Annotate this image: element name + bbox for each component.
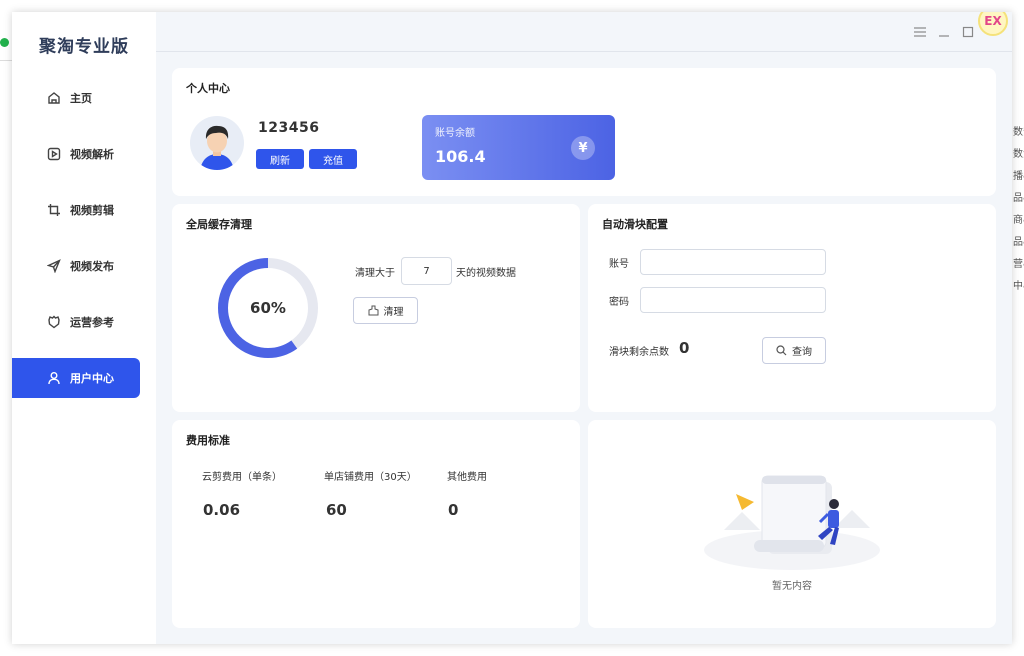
search-icon bbox=[776, 345, 787, 356]
clean-button[interactable]: 清理 bbox=[353, 297, 418, 324]
cache-progress-donut: 60% bbox=[216, 256, 320, 360]
password-input[interactable] bbox=[640, 287, 826, 313]
send-icon bbox=[46, 258, 62, 274]
sidebar: 聚淘专业版 主页 视频解析 视频剪辑 视频发布 运营参考 用户中心 bbox=[12, 12, 156, 644]
account-input[interactable] bbox=[640, 249, 826, 275]
top-bar bbox=[156, 12, 1012, 52]
video-play-icon bbox=[46, 146, 62, 162]
nav-label: 主页 bbox=[70, 92, 92, 105]
slider-config-title: 自动滑块配置 bbox=[602, 218, 668, 231]
days-input[interactable]: 7 bbox=[401, 257, 452, 285]
query-button[interactable]: 查询 bbox=[762, 337, 826, 364]
desktop-text-fragment: 品& bbox=[1013, 237, 1024, 248]
empty-illustration bbox=[704, 475, 880, 570]
desktop-text-fragment: 播& bbox=[1013, 171, 1024, 182]
desktop-text-fragment: 商& bbox=[1013, 215, 1024, 226]
minimize-icon[interactable] bbox=[936, 24, 952, 40]
desktop-text-fragment: 营& bbox=[1013, 259, 1024, 270]
clean-button-label: 清理 bbox=[383, 307, 404, 318]
profile-card-title: 个人中心 bbox=[186, 82, 230, 95]
desktop-text-fragment: 品& bbox=[1013, 193, 1024, 204]
app-title: 聚淘专业版 bbox=[39, 37, 129, 57]
menu-icon[interactable] bbox=[912, 24, 928, 40]
profile-card: 个人中心 123456 刷新 充值 账号余额 106.4 ¥ bbox=[172, 68, 996, 196]
avatar bbox=[190, 116, 244, 170]
recharge-button[interactable]: 充值 bbox=[309, 149, 357, 169]
fee-value-cloud-edit: 0.06 bbox=[203, 501, 241, 519]
cache-card-title: 全局缓存清理 bbox=[186, 218, 252, 231]
yen-icon: ¥ bbox=[571, 136, 595, 160]
fee-label-other: 其他费用 bbox=[447, 472, 487, 483]
reference-icon bbox=[46, 314, 62, 330]
crop-icon bbox=[46, 202, 62, 218]
nav-label: 视频剪辑 bbox=[70, 204, 114, 217]
query-button-label: 查询 bbox=[792, 347, 812, 358]
clean-suffix-text: 天的视频数据 bbox=[456, 268, 516, 279]
nav-item-home[interactable]: 主页 bbox=[12, 78, 140, 118]
balance-value: 106.4 bbox=[435, 147, 486, 166]
broom-icon bbox=[368, 305, 378, 316]
maximize-icon[interactable] bbox=[960, 24, 976, 40]
app-window: 聚淘专业版 主页 视频解析 视频剪辑 视频发布 运营参考 用户中心 EX 个人中… bbox=[12, 12, 1012, 644]
empty-card: 暂无内容 bbox=[588, 420, 996, 628]
nav-label: 运营参考 bbox=[70, 316, 114, 329]
clean-prefix-text: 清理大于 bbox=[355, 268, 395, 279]
remaining-value: 0 bbox=[679, 339, 690, 357]
refresh-button[interactable]: 刷新 bbox=[256, 149, 304, 169]
desktop-text-fragment: 数注 bbox=[1013, 149, 1024, 160]
balance-label: 账号余额 bbox=[435, 128, 475, 139]
desktop-green-dot bbox=[0, 38, 9, 47]
nav-item-operations[interactable]: 运营参考 bbox=[12, 302, 140, 342]
balance-card: 账号余额 106.4 ¥ bbox=[422, 115, 615, 180]
home-icon bbox=[46, 90, 62, 106]
desktop-divider bbox=[0, 60, 12, 61]
password-label: 密码 bbox=[609, 297, 629, 308]
nav-item-video-parse[interactable]: 视频解析 bbox=[12, 134, 140, 174]
fee-value-store: 60 bbox=[326, 501, 347, 519]
nav-item-user-center[interactable]: 用户中心 bbox=[12, 358, 140, 398]
fee-value-other: 0 bbox=[448, 501, 459, 519]
nav-item-video-edit[interactable]: 视频剪辑 bbox=[12, 190, 140, 230]
empty-text: 暂无内容 bbox=[772, 581, 812, 592]
cache-percent: 60% bbox=[250, 299, 286, 317]
desktop-text-fragment: 中& bbox=[1013, 281, 1024, 292]
nav-label: 视频发布 bbox=[70, 260, 114, 273]
nav-label: 用户中心 bbox=[70, 372, 114, 385]
account-label: 账号 bbox=[609, 259, 629, 270]
desktop-text-fragment: 数安 bbox=[1013, 127, 1024, 138]
fees-card-title: 费用标准 bbox=[186, 434, 230, 447]
remaining-label: 滑块剩余点数 bbox=[609, 347, 669, 358]
nav-label: 视频解析 bbox=[70, 148, 114, 161]
cache-card: 全局缓存清理 60% 清理大于 7 天的视频数据 清理 bbox=[172, 204, 580, 412]
user-icon bbox=[46, 370, 62, 386]
fee-label-store: 单店铺费用（30天） bbox=[324, 472, 417, 483]
nav-item-video-publish[interactable]: 视频发布 bbox=[12, 246, 140, 286]
slider-config-card: 自动滑块配置 账号 密码 滑块剩余点数 0 查询 bbox=[588, 204, 996, 412]
fees-card: 费用标准 云剪费用（单条） 单店铺费用（30天） 其他费用 0.06 60 0 bbox=[172, 420, 580, 628]
fee-label-cloud-edit: 云剪费用（单条） bbox=[202, 472, 282, 483]
username: 123456 bbox=[258, 120, 320, 136]
